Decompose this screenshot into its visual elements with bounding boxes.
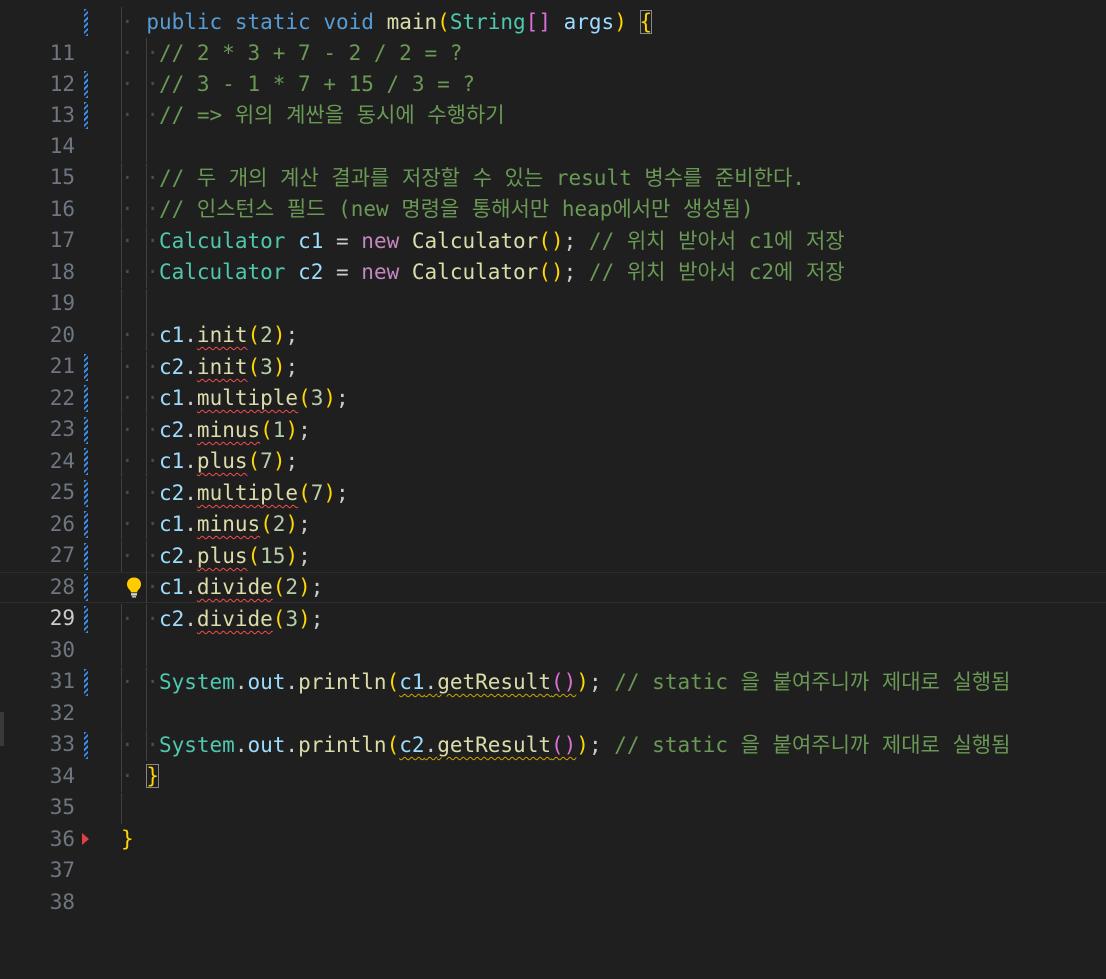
code-text[interactable]: · ·// => 위의 계싼을 동시에 수행하기 — [121, 100, 505, 131]
git-change-marker — [84, 9, 88, 36]
code-text[interactable]: · } — [121, 761, 159, 792]
code-line-27[interactable]: 27 · ·c1.minus(2); — [0, 509, 1106, 567]
code-text[interactable]: · ·c1.init(2); — [121, 320, 298, 351]
code-text[interactable]: · ·// 2 * 3 + 7 - 2 / 2 = ? — [121, 38, 462, 69]
line-number: 38 — [49, 890, 75, 914]
code-editor[interactable]: 11 · public static void main(String[] ar… — [0, 0, 1106, 914]
code-text[interactable]: · ·System.out.println(c2.getResult()); /… — [121, 730, 1010, 761]
code-text[interactable]: · ·Calculator c2 = new Calculator(); // … — [121, 257, 845, 288]
code-text[interactable]: · ·System.out.println(c1.getResult()); /… — [121, 667, 1010, 698]
code-line-16[interactable]: 16 · ·// 두 개의 계산 결과를 저장할 수 있는 result 병수를… — [0, 163, 1106, 221]
code-line-13[interactable]: 13 · ·// 3 - 1 * 7 + 15 / 3 = ? — [0, 69, 1106, 127]
code-line-31[interactable]: 31 — [0, 635, 1106, 693]
git-change-marker — [84, 511, 88, 538]
git-change-marker — [84, 606, 88, 633]
git-change-marker — [84, 354, 88, 381]
code-line-19[interactable]: 19 · ·Calculator c2 = new Calculator(); … — [0, 257, 1106, 315]
code-line-25[interactable]: 25 · ·c1.plus(7); — [0, 446, 1106, 504]
code-text[interactable]: · ·// 3 - 1 * 7 + 15 / 3 = ? — [121, 69, 475, 100]
code-text[interactable]: · public static void main(String[] args)… — [121, 7, 653, 38]
code-line-37[interactable]: 37 } — [0, 824, 1106, 882]
code-line-11[interactable]: 11 · public static void main(String[] ar… — [0, 7, 1106, 65]
code-text[interactable]: · ·c1.minus(2); — [121, 509, 311, 540]
code-text[interactable]: · ·c2.minus(1); — [121, 415, 311, 446]
git-change-marker — [84, 732, 88, 759]
git-change-marker — [84, 574, 88, 601]
code-line-36[interactable]: 36 — [0, 793, 1106, 851]
code-line-23[interactable]: 23 · ·c1.multiple(3); — [0, 383, 1106, 441]
git-change-marker — [84, 417, 88, 444]
code-text[interactable]: · ·c2.plus(15); — [121, 541, 311, 572]
code-line-32[interactable]: 32 · ·System.out.println(c1.getResult())… — [0, 667, 1106, 725]
code-text[interactable]: · ·// 인스턴스 필드 (new 명령을 통해서만 heap에서만 생성됨) — [121, 194, 754, 225]
code-line-21[interactable]: 21 · ·c1.init(2); — [0, 320, 1106, 378]
code-line-33[interactable]: 33 — [0, 698, 1106, 756]
git-change-marker — [84, 102, 88, 129]
git-change-marker — [84, 669, 88, 696]
code-text[interactable]: · ·Calculator c1 = new Calculator(); // … — [121, 226, 845, 257]
code-line-20[interactable]: 20 — [0, 289, 1106, 347]
code-line-17[interactable]: 17 · ·// 인스턴스 필드 (new 명령을 통해서만 heap에서만 생… — [0, 194, 1106, 252]
code-text[interactable]: · ·c2.divide(3); — [121, 604, 323, 635]
code-text[interactable]: } — [121, 824, 134, 855]
code-line-26[interactable]: 26 · ·c2.multiple(7); — [0, 478, 1106, 536]
code-text[interactable]: · ·// 두 개의 계산 결과를 저장할 수 있는 result 병수를 준비… — [121, 163, 805, 194]
code-text[interactable]: · ·c2.init(3); — [121, 352, 298, 383]
code-text[interactable]: · ·c2.multiple(7); — [121, 478, 349, 509]
code-line-15[interactable]: 15 — [0, 131, 1106, 189]
code-line-14[interactable]: 14 · ·// => 위의 계싼을 동시에 수행하기 — [0, 100, 1106, 158]
code-text[interactable]: ·c1.divide(2); — [121, 572, 323, 603]
code-line-30[interactable]: 30 · ·c2.divide(3); — [0, 604, 1106, 662]
code-line-34[interactable]: 34 · ·System.out.println(c2.getResult())… — [0, 730, 1106, 788]
code-line-18[interactable]: 18 · ·Calculator c1 = new Calculator(); … — [0, 226, 1106, 284]
git-change-marker — [84, 480, 88, 507]
fold-arrow-icon[interactable] — [82, 833, 89, 845]
git-change-marker — [84, 71, 88, 98]
code-line-22[interactable]: 22 · ·c2.init(3); — [0, 352, 1106, 410]
code-line-12[interactable]: 12 · ·// 2 * 3 + 7 - 2 / 2 = ? — [0, 38, 1106, 96]
code-text[interactable]: · ·c1.plus(7); — [121, 446, 298, 477]
code-line-35[interactable]: 35 · } — [0, 761, 1106, 819]
git-change-marker — [84, 543, 88, 570]
git-change-marker — [84, 448, 88, 475]
code-line-29-current[interactable]: 29 ·c1.divide(2); — [0, 572, 1106, 630]
code-line-24[interactable]: 24 · ·c2.minus(1); — [0, 415, 1106, 473]
code-line-28[interactable]: 28 · ·c2.plus(15); — [0, 541, 1106, 599]
code-text[interactable]: · ·c1.multiple(3); — [121, 383, 349, 414]
git-change-marker — [84, 385, 88, 412]
